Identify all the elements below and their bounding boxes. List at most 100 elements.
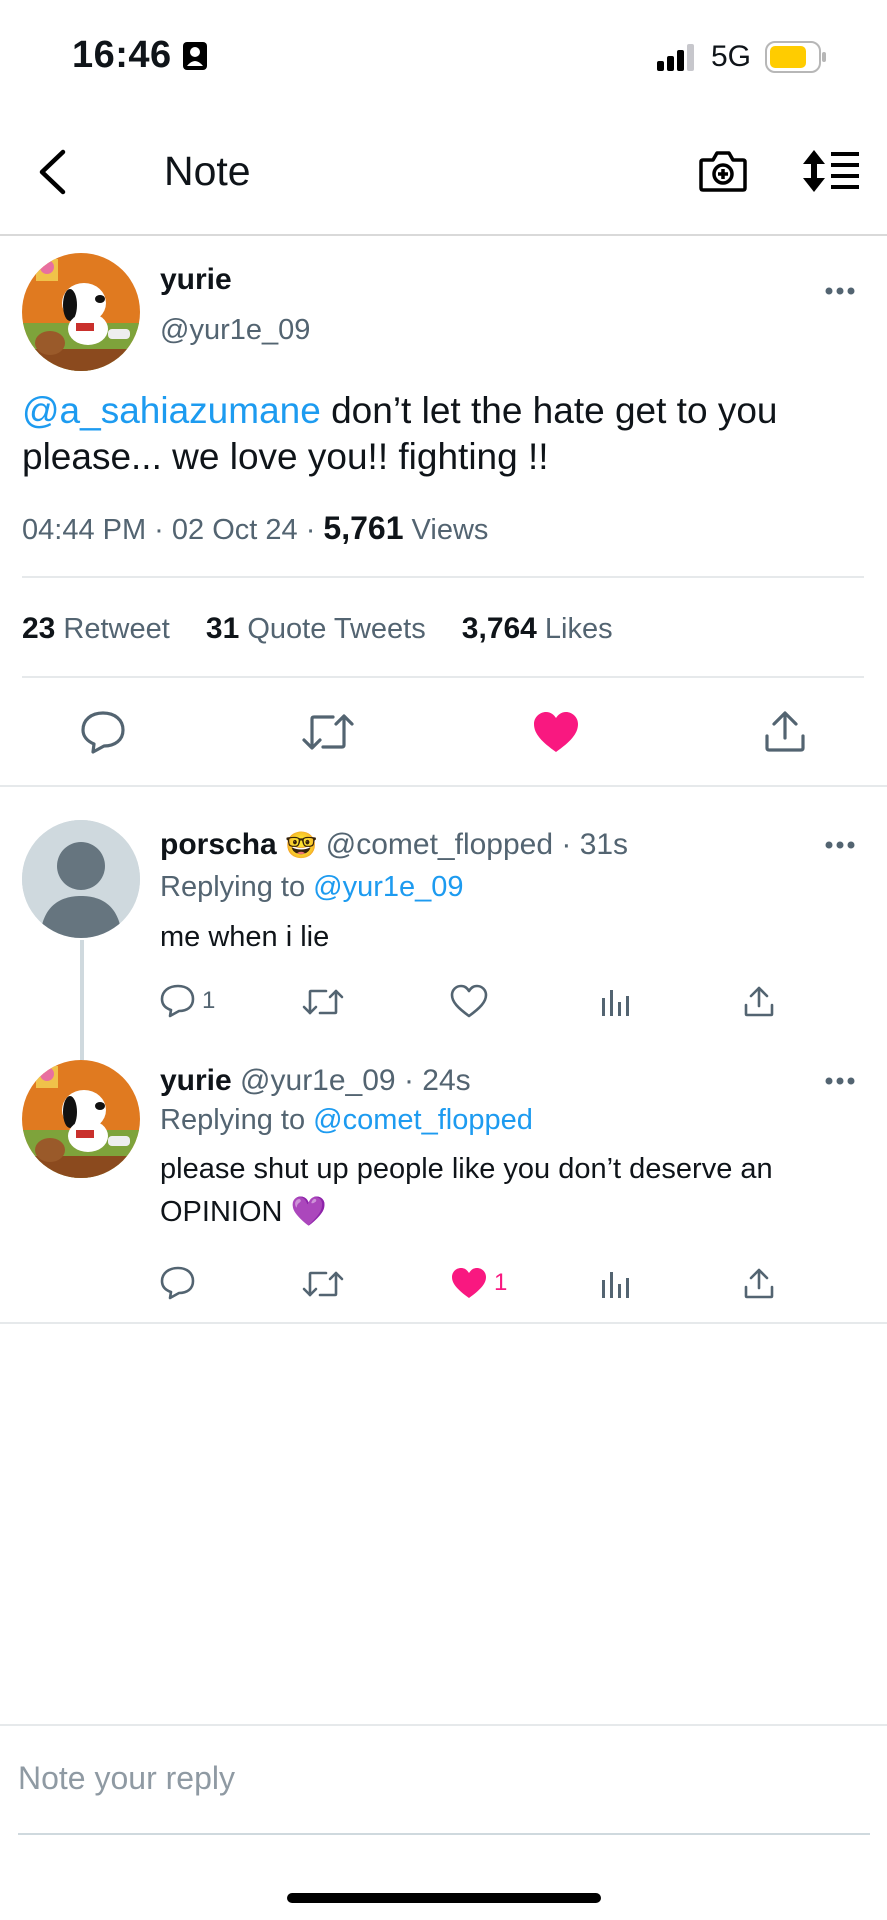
default-avatar-icon — [22, 820, 140, 938]
camera-plus-icon — [699, 151, 747, 192]
home-indicator[interactable] — [287, 1893, 601, 1903]
chevron-left-icon — [39, 149, 66, 195]
sort-button[interactable] — [800, 146, 862, 196]
reply-text: me when i lie — [160, 921, 330, 953]
divider — [0, 1322, 887, 1324]
reply-avatar[interactable] — [22, 820, 140, 938]
reply-button[interactable] — [160, 1266, 202, 1300]
more-options-button[interactable] — [820, 278, 860, 304]
retweet-button[interactable] — [302, 1268, 344, 1300]
sort-icon — [803, 150, 859, 192]
reply-icon — [160, 1266, 195, 1300]
author-handle[interactable]: @yur1e_09 — [160, 314, 310, 347]
tweet-meta: 04:44 PM · 02 Oct 24 · 5,761 Views — [22, 510, 488, 547]
page-title: Note — [164, 148, 251, 194]
retweet-stat[interactable]: 23 Retweet — [22, 612, 170, 645]
thread-line — [80, 940, 84, 1060]
reply-count: 1 — [202, 987, 216, 1014]
tweet-mention[interactable]: @a_sahiazumane — [22, 390, 321, 431]
snoopy-avatar-image — [22, 1060, 140, 1178]
retweet-button[interactable] — [300, 708, 356, 756]
heart-outline-icon — [450, 984, 488, 1018]
battery-icon — [765, 41, 826, 73]
like-button[interactable] — [530, 708, 582, 756]
share-button[interactable] — [742, 1266, 776, 1300]
reply-author-name: porscha — [160, 828, 277, 861]
like-button[interactable]: 1 — [450, 1266, 507, 1300]
reply-author-name: yurie — [160, 1064, 232, 1097]
retweet-icon — [302, 1271, 344, 1297]
reply-header: yurie @yur1e_09 · 24s — [160, 1064, 471, 1098]
author-avatar[interactable] — [22, 253, 140, 371]
analytics-icon — [602, 990, 629, 1016]
tweet-timestamp: 04:44 PM · 02 Oct 24 · — [22, 514, 324, 546]
reply-input[interactable]: Note your reply — [18, 1760, 235, 1797]
analytics-icon — [602, 1272, 629, 1298]
share-button[interactable] — [742, 984, 776, 1018]
likes-label: Likes — [536, 613, 613, 645]
heart-filled-icon — [534, 712, 578, 752]
camera-button[interactable] — [696, 147, 750, 195]
more-options-button[interactable] — [820, 832, 860, 858]
retweets-count: 23 — [22, 612, 56, 645]
reply-icon — [81, 711, 125, 754]
status-indicators: 5G — [656, 40, 827, 74]
like-count: 1 — [494, 1269, 508, 1296]
reply-handle-time: @yur1e_09 · 24s — [231, 1064, 471, 1097]
divider — [22, 676, 864, 678]
divider — [22, 576, 864, 578]
status-time: 16:46 — [72, 34, 208, 77]
quote-stat[interactable]: 31 Quote Tweets — [205, 612, 426, 645]
divider — [0, 1724, 887, 1726]
more-dots-icon — [825, 841, 855, 849]
network-label: 5G — [710, 40, 751, 73]
navigation-header — [0, 120, 887, 236]
share-icon — [744, 1268, 774, 1299]
back-button[interactable] — [30, 145, 74, 199]
signal-icon — [656, 44, 694, 71]
views-count: 5,761 — [323, 510, 404, 546]
replying-handle[interactable]: @yur1e_09 — [313, 871, 463, 903]
reply-action-bar: 1 — [160, 1266, 780, 1306]
replying-to: Replying to @yur1e_09 — [160, 866, 464, 909]
more-options-button[interactable] — [820, 1068, 860, 1094]
replying-label: Replying to — [160, 1104, 314, 1136]
contact-card-icon — [182, 41, 207, 70]
likes-count: 3,764 — [461, 612, 537, 645]
reply-author-emoji: 🤓 — [285, 830, 318, 860]
retweets-label: Retweet — [55, 613, 170, 645]
retweet-button[interactable] — [302, 986, 344, 1018]
quotes-count: 31 — [205, 612, 240, 645]
reply-icon — [160, 984, 195, 1018]
input-underline — [18, 1833, 870, 1835]
tweet-stats: 23 Retweet 31 Quote Tweets 3,764 Likes — [22, 612, 613, 646]
retweet-icon — [302, 989, 344, 1015]
author-name: yurie — [160, 263, 232, 296]
more-dots-icon — [825, 287, 855, 295]
reply-avatar[interactable] — [22, 1060, 140, 1178]
snoopy-avatar-image — [22, 253, 140, 371]
share-icon — [744, 986, 774, 1017]
quotes-label: Quote Tweets — [239, 613, 426, 645]
share-button[interactable] — [760, 706, 810, 756]
divider — [0, 785, 887, 787]
retweet-icon — [302, 714, 354, 750]
more-dots-icon — [825, 1077, 855, 1085]
like-button[interactable] — [450, 984, 488, 1018]
reply-action-bar: 1 — [160, 984, 780, 1024]
share-icon — [765, 711, 805, 752]
tweet-text: @a_sahiazumane don’t let the hate get to… — [22, 388, 862, 480]
views-label: Views — [403, 514, 489, 546]
likes-stat[interactable]: 3,764 Likes — [461, 612, 613, 645]
reply-button[interactable] — [78, 708, 128, 756]
reply-text: please shut up people like you don’t des… — [160, 1153, 773, 1228]
heart-filled-icon — [452, 1268, 486, 1298]
analytics-button[interactable] — [600, 1270, 632, 1300]
replying-to: Replying to @comet_flopped — [160, 1099, 533, 1142]
reply-header: porscha 🤓 @comet_flopped · 31s — [160, 828, 628, 862]
reply-button[interactable]: 1 — [160, 984, 215, 1018]
analytics-button[interactable] — [600, 988, 632, 1018]
replying-label: Replying to — [160, 871, 314, 903]
reply-handle-time: @comet_flopped · 31s — [317, 828, 629, 861]
replying-handle[interactable]: @comet_flopped — [313, 1104, 533, 1136]
